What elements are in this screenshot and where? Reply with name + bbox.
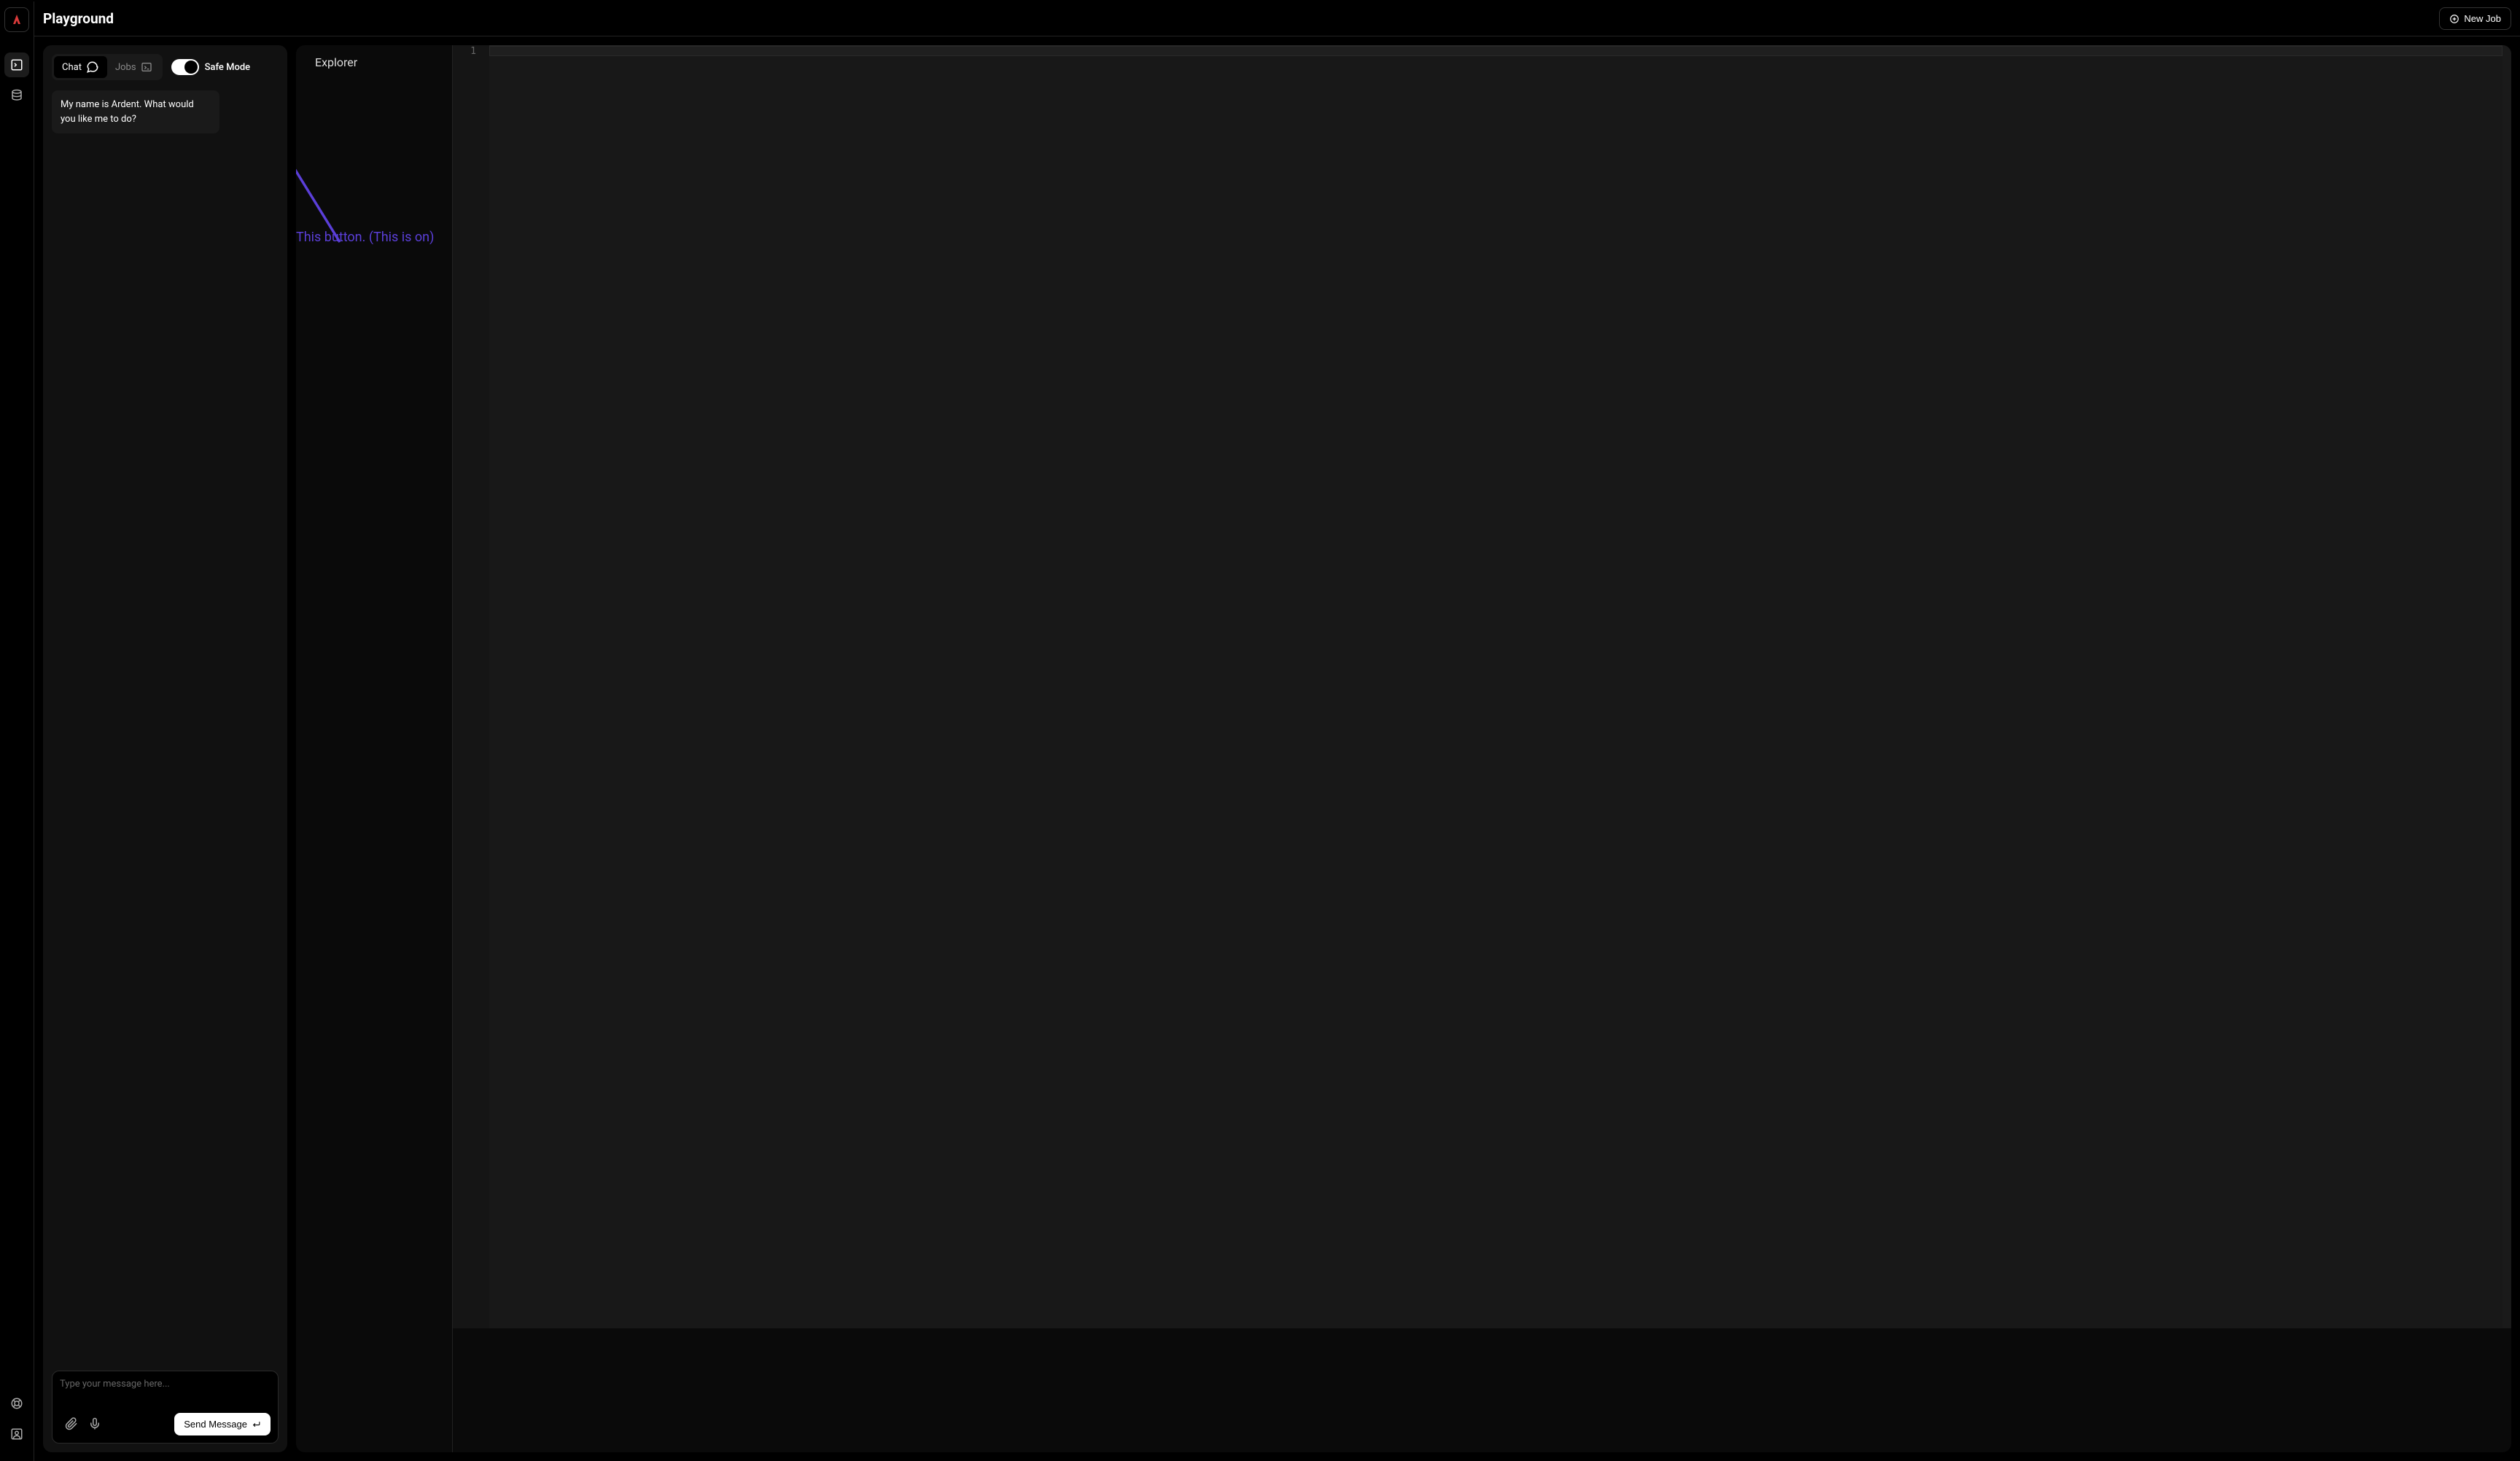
microphone-button[interactable] (83, 1412, 106, 1435)
workspace-panel: Explorer 1 (296, 45, 2511, 1452)
terminal-icon (141, 61, 152, 73)
tab-chat[interactable]: Chat (54, 56, 107, 78)
editor-gutter: 1 (453, 45, 489, 1328)
database-icon (10, 89, 23, 102)
lifebuoy-icon (10, 1397, 23, 1410)
message-input[interactable] (60, 1379, 271, 1402)
ardent-logo-icon (11, 14, 23, 26)
chat-tab-group: Chat Jobs (52, 54, 163, 80)
chat-panel: Chat Jobs (43, 45, 287, 1452)
user-square-icon (10, 1427, 23, 1441)
tab-jobs[interactable]: Jobs (107, 56, 160, 78)
terminal-square-icon (10, 58, 23, 71)
enter-icon (252, 1419, 261, 1429)
safe-mode-toggle[interactable] (171, 59, 199, 75)
vertical-scrollbar[interactable] (2502, 45, 2511, 1328)
editor-pane: 1 (453, 45, 2511, 1452)
sidebar-item-account[interactable] (4, 1422, 29, 1446)
tab-chat-label: Chat (62, 62, 82, 73)
explorer-title: Explorer (315, 55, 433, 69)
microphone-icon (88, 1417, 101, 1430)
sidebar-item-playground[interactable] (4, 52, 29, 77)
app-logo[interactable] (4, 7, 29, 32)
sidebar (0, 1, 34, 1461)
page-title: Playground (43, 10, 114, 27)
tab-jobs-label: Jobs (115, 62, 136, 73)
sidebar-item-database[interactable] (4, 83, 29, 108)
current-line-highlight (489, 46, 2502, 56)
plus-circle-icon (2449, 14, 2459, 24)
chat-input-area: Send Message (52, 1371, 279, 1444)
attach-button[interactable] (60, 1412, 83, 1435)
paperclip-icon (65, 1417, 78, 1430)
line-number: 1 (453, 46, 476, 57)
code-area[interactable] (489, 45, 2502, 1328)
toggle-knob (184, 61, 198, 74)
new-job-label: New Job (2464, 13, 2501, 24)
explorer-pane: Explorer (296, 45, 453, 1452)
sidebar-item-help[interactable] (4, 1391, 29, 1416)
editor-content[interactable]: 1 (453, 45, 2511, 1328)
new-job-button[interactable]: New Job (2439, 7, 2511, 30)
header: Playground New Job (34, 1, 2520, 36)
send-message-button[interactable]: Send Message (174, 1413, 271, 1435)
assistant-message: My name is Ardent. What would you like m… (52, 90, 219, 133)
safe-mode-label: Safe Mode (205, 62, 251, 73)
send-label: Send Message (184, 1419, 247, 1430)
chat-bubble-icon (86, 61, 99, 74)
